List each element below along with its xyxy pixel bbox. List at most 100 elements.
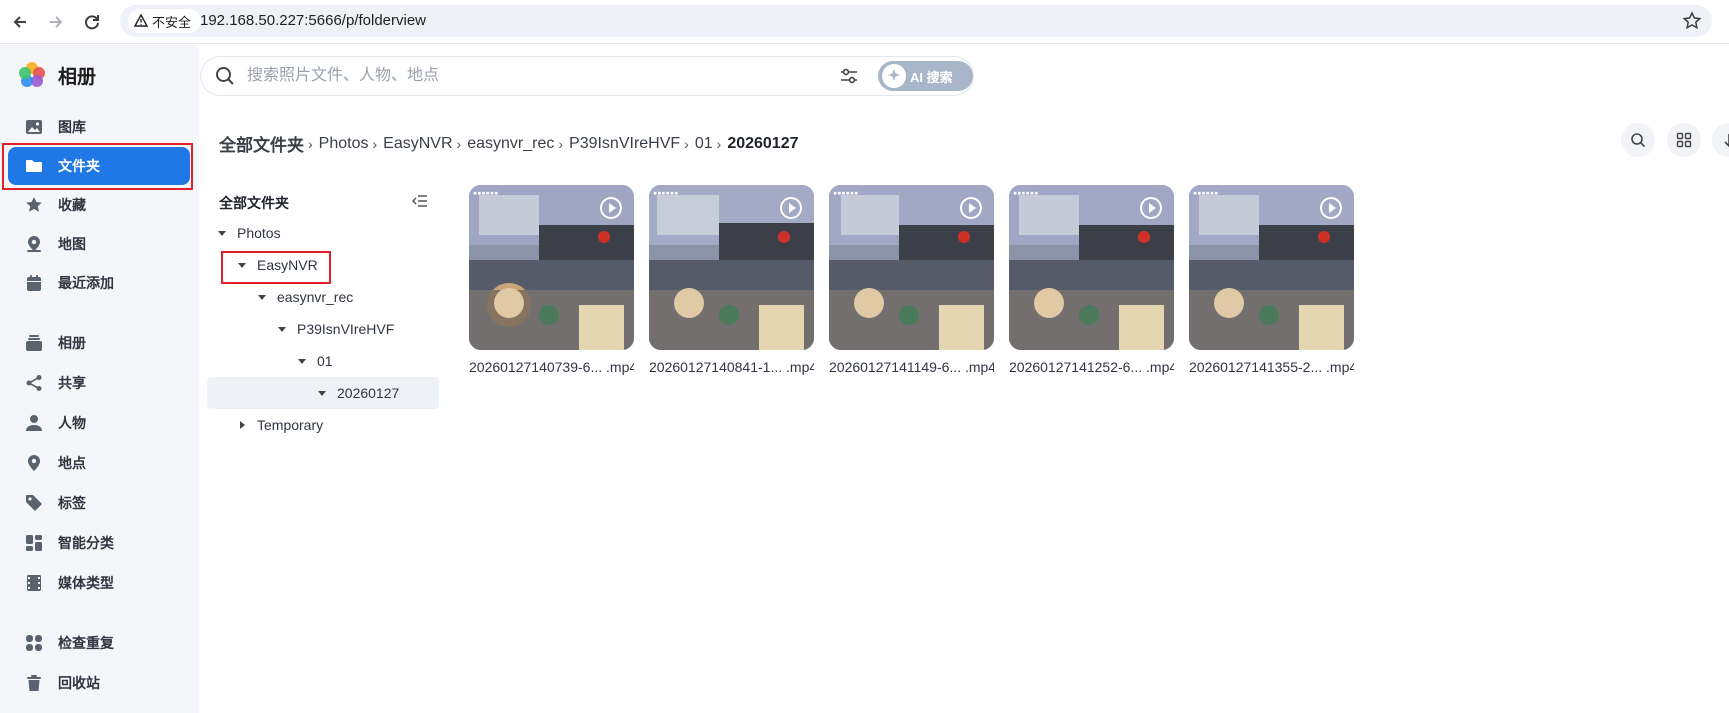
forward-button[interactable] [44,10,68,34]
sidebar-item-media-types[interactable]: 媒体类型 [8,564,190,602]
file-name: 20260127140739-6... .mp4 [469,359,634,375]
caret-down-icon [255,290,269,304]
sidebar-item-smart-categories[interactable]: 智能分类 [8,524,190,562]
timestamp-overlay-icon: ▪▪▪▪▪▪ [473,189,499,197]
chevron-right-icon: › [372,135,378,152]
caret-down-icon [215,226,229,240]
file-card[interactable]: ▪▪▪▪▪▪ 20260127141355-2... .mp4 [1189,185,1354,375]
timestamp-overlay-icon: ▪▪▪▪▪▪ [653,189,679,197]
breadcrumb-item[interactable]: 全部文件夹 [219,131,304,156]
sliders-icon [841,68,857,84]
play-icon [960,197,982,219]
grid-view-icon [1676,132,1692,148]
tree-header[interactable]: 全部文件夹 [219,193,289,213]
sort-button[interactable] [1712,123,1729,157]
reload-icon [85,15,99,30]
ai-search-button[interactable]: AI 搜索 [878,61,973,91]
file-name: 20260127141252-6... .mp4 [1009,359,1174,375]
filter-settings-button[interactable] [839,66,859,86]
sidebar-item-label: 人物 [58,415,86,431]
sidebar-item-duplicates[interactable]: 检查重复 [8,624,190,662]
grid-view-button[interactable] [1667,123,1701,157]
sidebar-item-label: 文件夹 [58,158,100,174]
sidebar-item-albums[interactable]: 相册 [8,324,190,362]
album-icon [24,333,44,353]
tree-node-label: EasyNVR [257,257,318,273]
warning-triangle-icon [134,14,148,27]
sidebar-item-folders[interactable]: 文件夹 [8,147,190,185]
tree-node-01[interactable]: 01 [207,345,439,377]
file-card[interactable]: ▪▪▪▪▪▪ 20260127140739-6... .mp4 [469,185,634,375]
app-logo-icon [19,62,45,87]
sidebar-item-map[interactable]: 地图 [8,225,190,263]
play-icon [1320,197,1342,219]
security-label: 不安全 [152,14,192,30]
sidebar-item-label: 共享 [58,375,86,391]
file-name: 20260127141355-2... .mp4 [1189,359,1354,375]
tree-node-easynvr-rec[interactable]: easynvr_rec [207,281,439,313]
tree-node-label: 01 [317,353,333,369]
sidebar-item-gallery[interactable]: 图库 [8,108,190,146]
breadcrumb-current: 20260127 [727,134,799,152]
star-icon [24,195,44,215]
file-name: 20260127140841-1... .mp4 [649,359,814,375]
play-icon [1140,197,1162,219]
sidebar-item-trash[interactable]: 回收站 [8,664,190,702]
reload-button[interactable] [80,10,104,34]
address-bar[interactable]: 不安全 192.168.50.227:5666/p/folderview [120,5,1712,37]
ai-search-label: AI 搜索 [910,69,953,85]
sidebar-item-label: 标签 [58,495,86,511]
url-text: 192.168.50.227:5666/p/folderview [200,12,427,29]
tree-node-temporary[interactable]: Temporary [207,409,439,441]
chevron-right-icon: › [684,135,689,152]
sidebar-item-label: 收藏 [58,197,86,213]
sidebar-item-share[interactable]: 共享 [8,364,190,402]
duplicate-icon [24,633,44,653]
video-thumbnail[interactable]: ▪▪▪▪▪▪ [469,185,634,350]
sidebar-item-label: 相册 [58,335,86,351]
chevron-right-icon: › [308,135,313,152]
person-icon [24,413,44,433]
sidebar-item-favorites[interactable]: 收藏 [8,186,190,224]
tree-node-photos[interactable]: Photos [207,217,439,249]
main-panel: 全部文件夹 › Photos › EasyNVR › easynvr_rec › P39… [199,105,1729,713]
back-button[interactable] [8,10,32,34]
timestamp-overlay-icon: ▪▪▪▪▪▪ [1193,189,1219,197]
video-thumbnail[interactable]: ▪▪▪▪▪▪ [649,185,814,350]
sidebar-item-recent[interactable]: 最近添加 [8,264,190,302]
bookmark-star-button[interactable] [1682,11,1702,31]
sidebar-item-tags[interactable]: 标签 [8,484,190,522]
tree-node-p39isnvirehvf[interactable]: P39IsnVIreHVF [207,313,439,345]
video-thumbnail[interactable]: ▪▪▪▪▪▪ [829,185,994,350]
breadcrumb: 全部文件夹 › Photos › EasyNVR › easynvr_rec › P39… [219,131,799,156]
tree-node-label: 20260127 [337,385,400,401]
breadcrumb-item[interactable]: P39IsnVIreHVF [569,135,680,153]
share-icon [24,373,44,393]
collapse-tree-button[interactable] [412,193,428,209]
file-name: 20260127141149-6... .mp4 [829,359,994,375]
sidebar-item-people[interactable]: 人物 [8,404,190,442]
search-input[interactable] [247,61,787,91]
file-card[interactable]: ▪▪▪▪▪▪ 20260127141252-6... .mp4 [1009,185,1174,375]
breadcrumb-item[interactable]: EasyNVR [383,135,452,153]
security-indicator[interactable]: 不安全 [128,9,202,33]
sidebar-item-label: 回收站 [58,675,100,691]
tree-node-label: easynvr_rec [277,289,354,305]
breadcrumb-item[interactable]: easynvr_rec [467,135,554,153]
tree-node-easynvr[interactable]: EasyNVR [207,249,439,281]
search-folder-button[interactable] [1621,123,1655,157]
tree-node-20260127[interactable]: 20260127 [207,377,439,409]
caret-down-icon [315,386,329,400]
timestamp-overlay-icon: ▪▪▪▪▪▪ [833,189,859,197]
video-thumbnail[interactable]: ▪▪▪▪▪▪ [1009,185,1174,350]
video-thumbnail[interactable]: ▪▪▪▪▪▪ [1189,185,1354,350]
sidebar-item-places[interactable]: 地点 [8,444,190,482]
timestamp-overlay-icon: ▪▪▪▪▪▪ [1013,189,1039,197]
breadcrumb-item[interactable]: 01 [695,135,713,153]
caret-down-icon [295,354,309,368]
file-card[interactable]: ▪▪▪▪▪▪ 20260127141149-6... .mp4 [829,185,994,375]
grid-category-icon [24,533,44,553]
film-icon [24,573,44,593]
file-card[interactable]: ▪▪▪▪▪▪ 20260127140841-1... .mp4 [649,185,814,375]
breadcrumb-item[interactable]: Photos [319,135,369,153]
